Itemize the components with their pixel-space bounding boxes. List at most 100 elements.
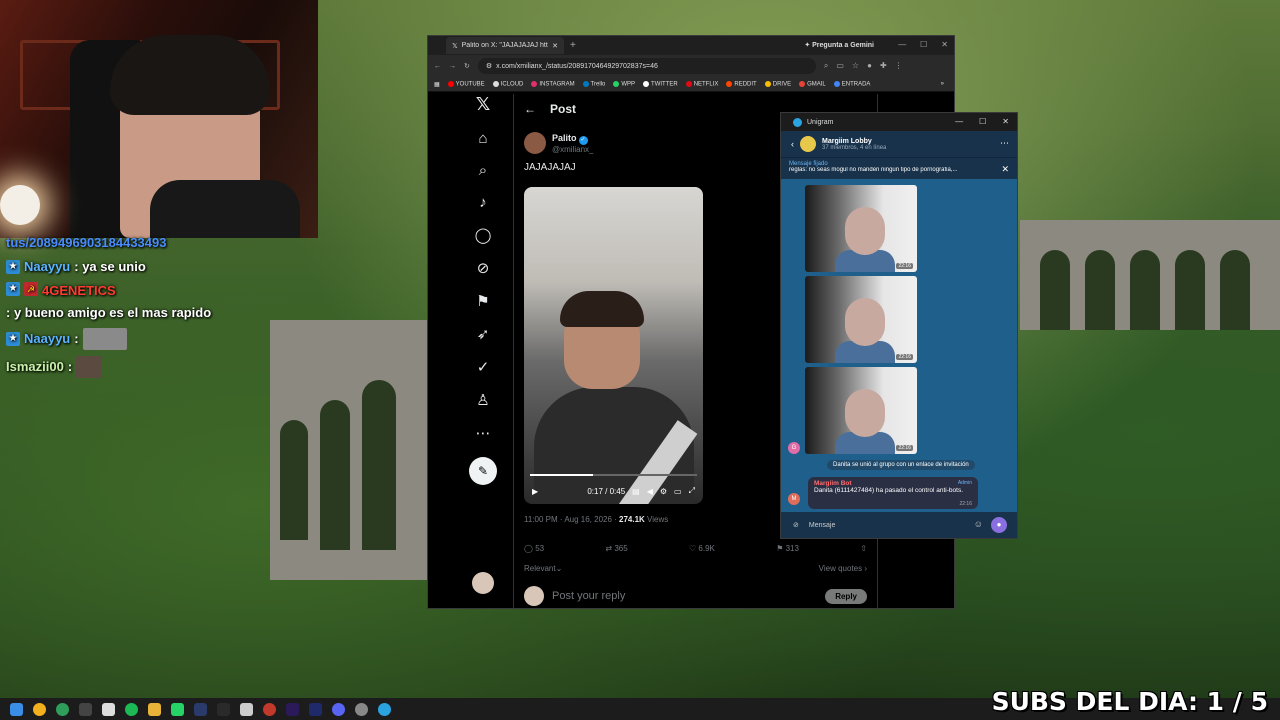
view-quotes-link[interactable]: View quotes › — [819, 564, 867, 573]
share-icon[interactable]: ⇧ — [860, 544, 867, 553]
close-pinned-icon[interactable]: ✕ — [1001, 164, 1009, 175]
video-message[interactable]: 22:16 — [805, 276, 917, 363]
group-header[interactable]: ‹ Margiim Lobby 37 miembros, 4 en línea … — [781, 131, 1017, 157]
bookmarks-icon[interactable]: ⚑ — [476, 292, 489, 310]
compose-button[interactable]: ✎ — [469, 457, 497, 485]
reply-submit-button[interactable]: Reply — [825, 588, 867, 604]
chat-message: ★ Naayyu: — [6, 328, 326, 350]
search-icon[interactable]: ⌕ — [479, 162, 487, 179]
address-bar[interactable]: ⚙ x.com/xmilianx_/status/208917046492970… — [477, 58, 816, 74]
home-icon[interactable]: ⌂ — [478, 130, 487, 147]
attach-icon[interactable]: ⊘ — [793, 521, 799, 529]
repost-button[interactable]: ⇄ 365 — [605, 544, 627, 553]
bookmark-button[interactable]: ⚑ 313 — [776, 544, 799, 553]
pinned-message[interactable]: Mensaje fijado reglas: no seas mogul no … — [781, 157, 1017, 179]
pip-icon[interactable]: ▭ — [674, 487, 682, 496]
app-icon[interactable] — [355, 702, 368, 716]
chrome-icon[interactable] — [33, 702, 46, 716]
gemini-button[interactable]: ✦ Pregunta a Gemini — [804, 41, 874, 49]
bookmark-netflix[interactable]: NETFLIX — [685, 80, 718, 87]
forward-icon[interactable]: → — [449, 63, 456, 70]
bookmark-drive[interactable]: DRIVE — [764, 80, 791, 87]
sort-dropdown[interactable]: Relevant⌄ — [524, 564, 562, 573]
video-player[interactable]: ▶ 0:17 / 0:45 ▤ ◀ ⚙ ▭ ⤢ — [524, 187, 703, 504]
more-options-icon[interactable]: ⋯ — [1000, 138, 1009, 149]
spotify-icon[interactable] — [125, 702, 138, 716]
x-logo-icon[interactable]: 𝕏 — [476, 94, 491, 115]
sender-avatar[interactable]: G — [788, 442, 800, 454]
messages-icon[interactable]: ◯ — [475, 226, 492, 244]
close-window-icon[interactable]: ✕ — [941, 40, 948, 49]
video-message[interactable]: 22:16 — [805, 367, 917, 454]
folder-icon[interactable] — [148, 702, 161, 716]
new-tab-button[interactable]: + — [570, 40, 576, 51]
author-avatar[interactable] — [524, 132, 546, 154]
reload-icon[interactable]: ↻ — [464, 62, 470, 70]
close-tab-icon[interactable]: ✕ — [552, 42, 558, 50]
cast-icon[interactable]: ▭ — [836, 61, 844, 71]
profile-icon[interactable]: ♙ — [476, 391, 489, 409]
video-progress-bar[interactable] — [530, 474, 697, 476]
zoom-icon[interactable]: ⌕ — [824, 61, 828, 71]
premiere-icon[interactable] — [286, 702, 299, 716]
video-message[interactable]: 22:16 — [805, 185, 917, 272]
notifications-icon[interactable]: ♪ — [479, 194, 487, 211]
steam-icon[interactable] — [217, 702, 230, 716]
play-icon[interactable]: ▶ — [532, 487, 538, 496]
star-icon[interactable]: ☆ — [852, 61, 859, 71]
settings-app-icon[interactable] — [79, 702, 92, 716]
bookmark-reddit[interactable]: REDDIT — [726, 80, 757, 87]
browser-tab[interactable]: 𝕏 Palito on X: "JAJAJAJAJ http ✕ — [446, 37, 564, 54]
discord-icon[interactable] — [332, 702, 345, 716]
captions-icon[interactable]: ▤ — [632, 487, 640, 496]
account-avatar[interactable] — [472, 572, 494, 594]
bookmark-gmail[interactable]: GMAIL — [799, 80, 826, 87]
bookmark-instagram[interactable]: INSTAGRAM — [531, 80, 575, 87]
back-arrow-icon[interactable]: ← — [524, 102, 536, 116]
bookmark-youtube[interactable]: YOUTUBE — [447, 80, 485, 87]
site-info-icon[interactable]: ⚙ — [486, 62, 492, 70]
minimize-icon[interactable]: — — [955, 117, 963, 126]
bookmark-entrada[interactable]: ENTRADA — [833, 80, 870, 87]
extension-icon[interactable]: ● — [867, 61, 872, 71]
verified-orgs-icon[interactable]: ✓ — [477, 358, 490, 376]
fullscreen-icon[interactable]: ⤢ — [689, 486, 695, 496]
reply-input[interactable]: Post your reply — [552, 590, 625, 602]
sticker-icon[interactable]: ☺ — [974, 519, 983, 529]
menu-icon[interactable]: ⋮ — [895, 61, 903, 71]
widgets-icon[interactable] — [102, 702, 115, 716]
bookmark-twitter[interactable]: TWITTER — [643, 80, 678, 87]
volume-icon[interactable]: ◀ — [647, 487, 653, 496]
whatsapp-icon[interactable] — [171, 702, 184, 716]
bot-message[interactable]: Margiim Bot Admin Danita (6111427484) ha… — [808, 477, 978, 509]
post-timestamp[interactable]: 11:00 PM · Aug 16, 2026 · — [524, 515, 619, 524]
after-effects-icon[interactable] — [309, 702, 322, 716]
reply-button[interactable]: ◯ 53 — [524, 544, 544, 553]
microphone-icon[interactable]: ● — [991, 517, 1007, 533]
settings-icon[interactable]: ⚙ — [660, 487, 667, 496]
minimize-icon[interactable]: — — [898, 40, 906, 49]
telegram-icon[interactable] — [378, 702, 391, 716]
edge-icon[interactable] — [56, 702, 69, 716]
puzzle-icon[interactable]: ✚ — [880, 61, 887, 71]
premium-icon[interactable]: ➶ — [477, 325, 490, 343]
grok-icon[interactable]: ⊘ — [477, 259, 490, 277]
photoshop-icon[interactable] — [194, 702, 207, 716]
back-icon[interactable]: ← — [434, 63, 441, 70]
more-icon[interactable]: ⋯ — [476, 424, 491, 442]
message-input[interactable]: Mensaje — [809, 522, 835, 529]
app-icon[interactable] — [240, 702, 253, 716]
back-icon[interactable]: ‹ — [791, 139, 794, 149]
bookmarks-overflow-icon[interactable]: » — [941, 81, 944, 87]
bookmark-icloud[interactable]: ICLOUD — [492, 80, 523, 87]
maximize-icon[interactable]: ☐ — [979, 117, 986, 126]
bookmark-wpp[interactable]: WPP — [613, 80, 635, 87]
bookmark-trello[interactable]: Trello — [582, 80, 605, 87]
apps-icon[interactable]: ▦ — [434, 81, 440, 88]
like-button[interactable]: ♡ 6.9K — [689, 544, 715, 553]
obs-icon[interactable] — [263, 702, 276, 716]
maximize-icon[interactable]: ☐ — [920, 40, 927, 49]
start-icon[interactable] — [10, 702, 23, 716]
bot-avatar[interactable]: M — [788, 493, 800, 505]
close-window-icon[interactable]: ✕ — [1002, 117, 1009, 126]
